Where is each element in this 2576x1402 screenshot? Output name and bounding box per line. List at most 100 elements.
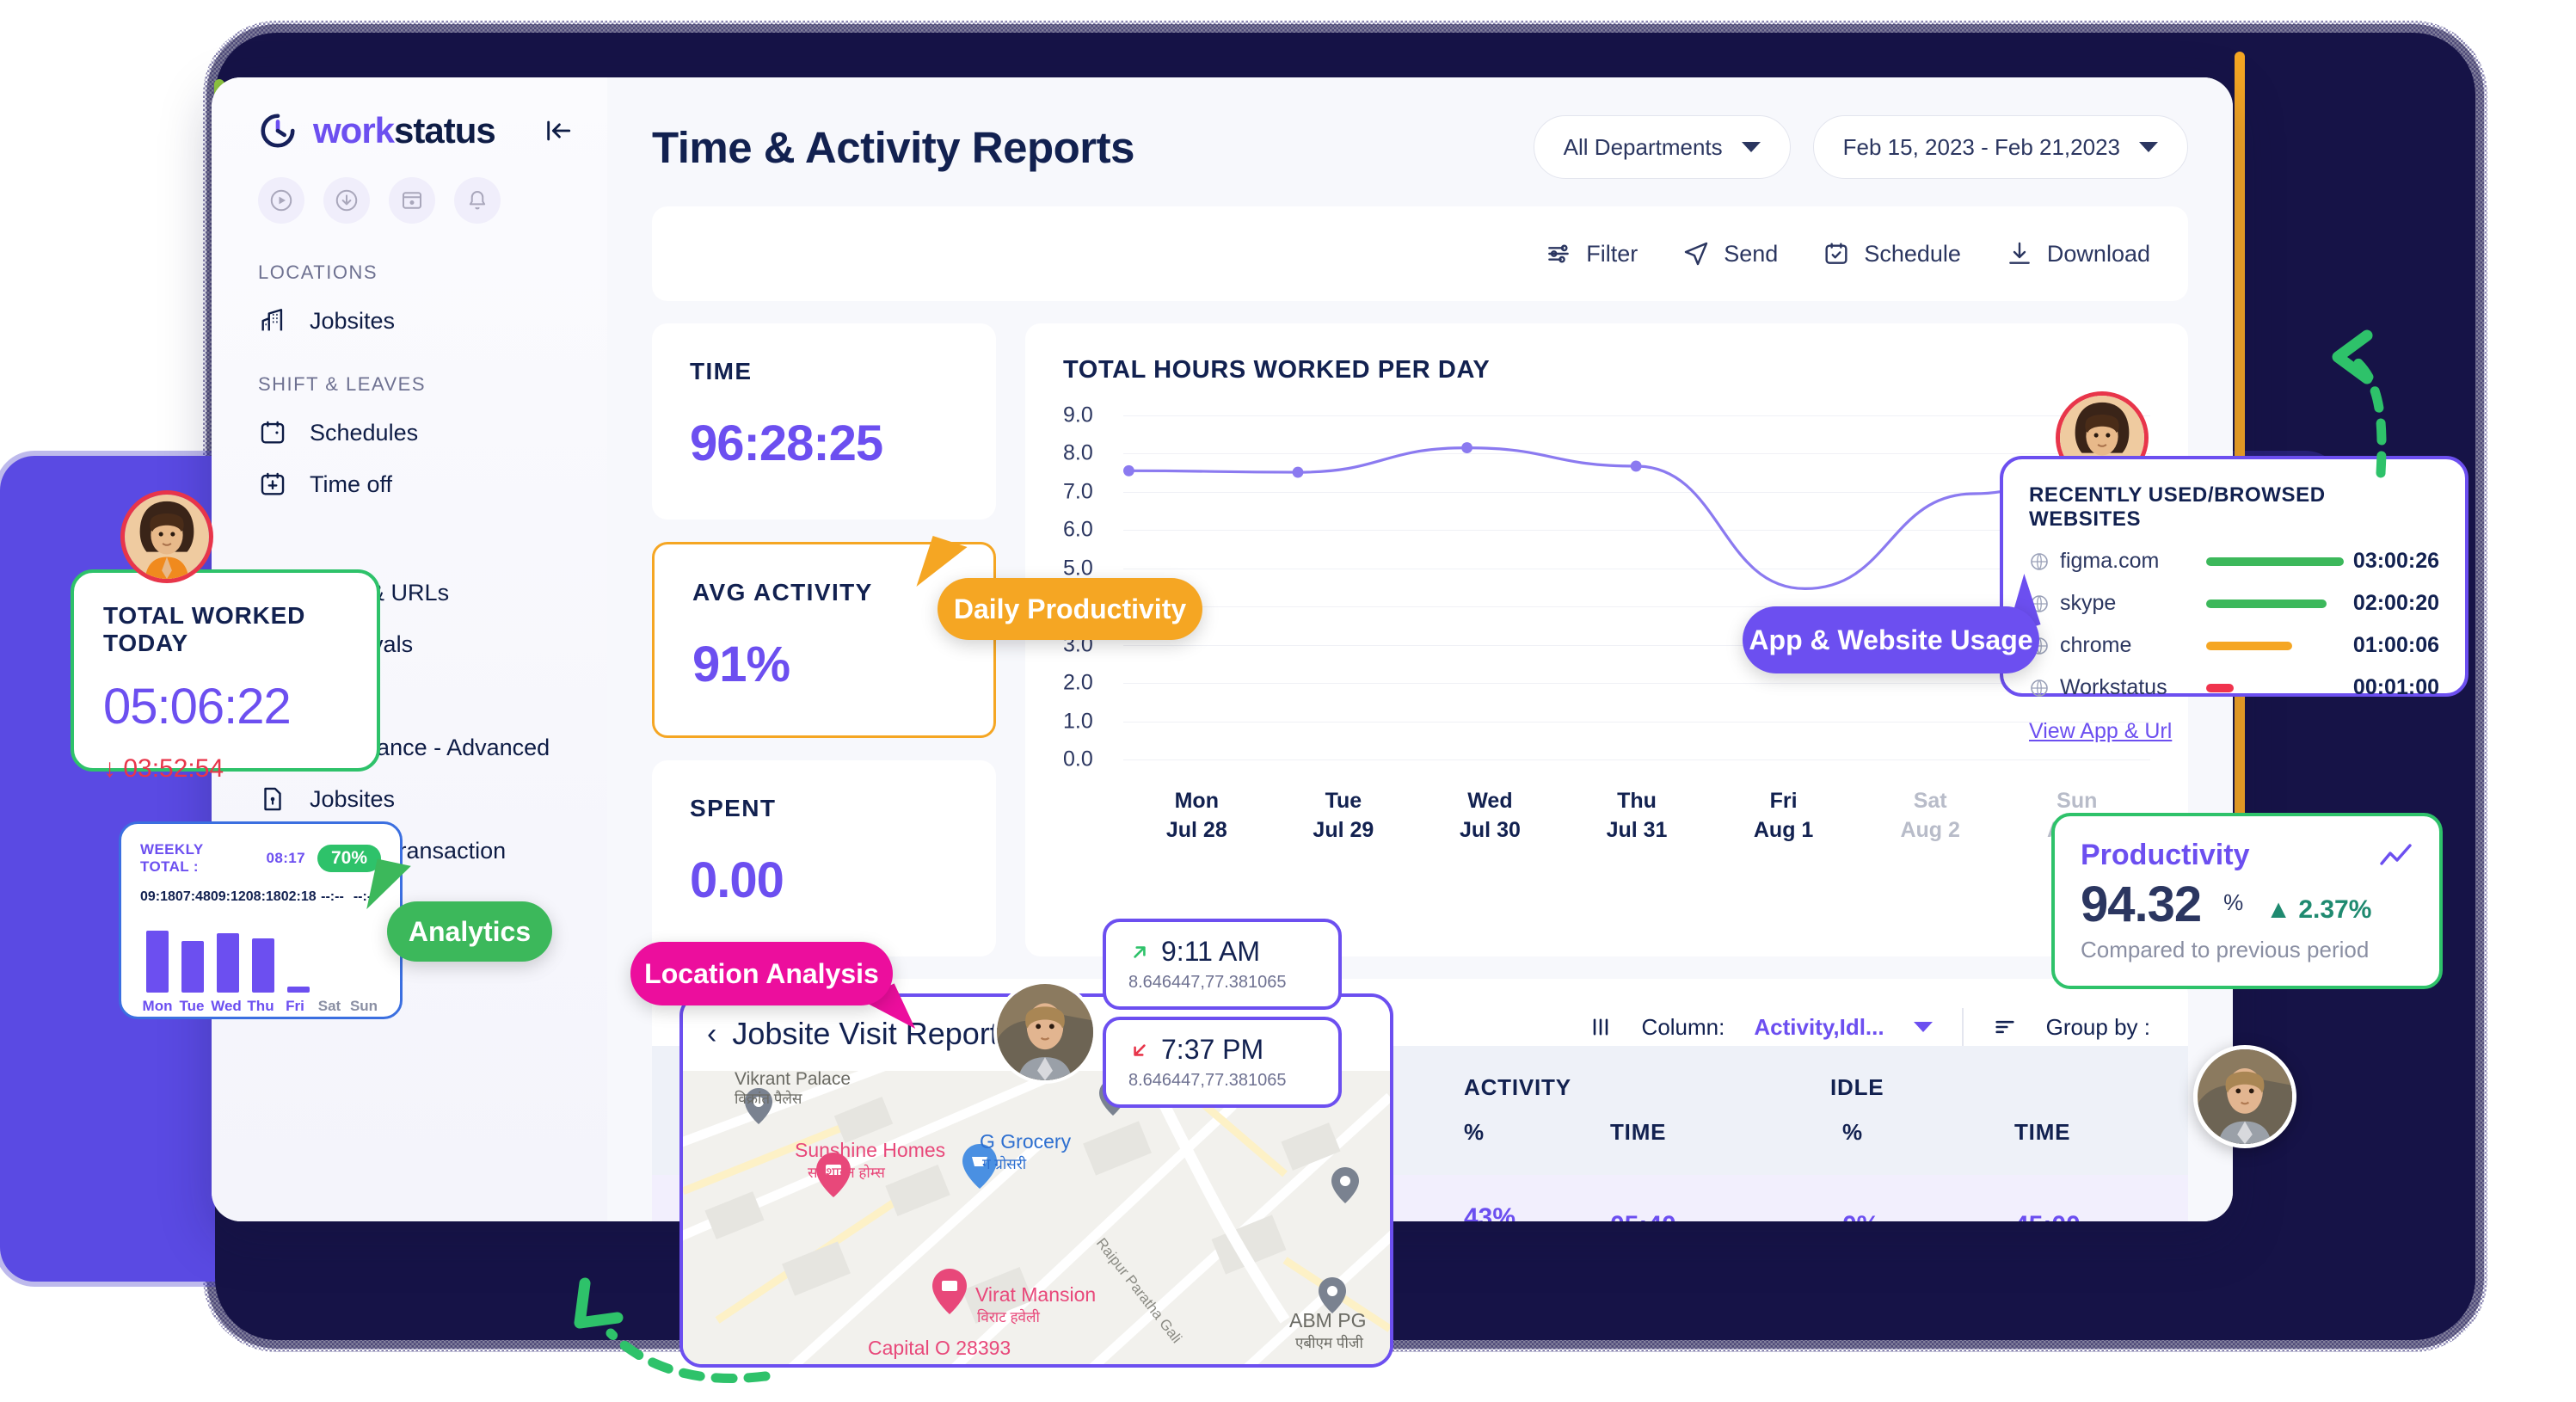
chart-data-point[interactable]: [1292, 466, 1304, 478]
svg-text:Capital O 28393: Capital O 28393: [868, 1337, 1011, 1359]
weekly-bar-column: 09:12: [211, 889, 246, 993]
chart-gridline: [1123, 721, 2150, 723]
productivity-card: Productivity 94.32 % ▲ 2.37% Compared to…: [2051, 813, 2443, 989]
svg-text:विक्रांत पैलेस: विक्रांत पैलेस: [735, 1090, 802, 1107]
total-worked-delta-value: 03:52:54: [123, 754, 224, 783]
building-icon: [261, 309, 283, 331]
chart-y-tick: 7.0: [1063, 479, 1093, 504]
row-idle-pct: 0%: [1842, 1211, 2014, 1221]
download-label: Download: [2046, 240, 2150, 267]
department-select[interactable]: All Departments: [1533, 115, 1791, 179]
chart-x-axis: Mon Jul 28 Tue Jul 29 Wed Jul 30 Thu Jul 31 Fri A…: [1123, 787, 2150, 846]
stat-label: SPENT: [690, 795, 777, 821]
bell-icon[interactable]: [454, 177, 501, 224]
website-usage-bar: [2206, 641, 2292, 650]
productivity-value: 94.32: [2081, 876, 2202, 932]
header-controls: All Departments Feb 15, 2023 - Feb 21,20…: [1533, 115, 2188, 179]
total-worked-delta: ↓ 03:52:54: [103, 754, 224, 783]
avatar-image-man: [2198, 1049, 2292, 1144]
annotation-arrow-top-right: [2332, 329, 2387, 478]
svg-text:G Grocery: G Grocery: [980, 1130, 1072, 1153]
map-title: Jobsite Visit Report: [732, 1016, 999, 1051]
website-row[interactable]: chrome 01:00:06: [2029, 633, 2439, 658]
website-usage-bar: [2206, 683, 2234, 692]
website-usage-bar: [2206, 599, 2327, 608]
play-circle-icon[interactable]: [258, 177, 304, 224]
weekly-day-label: Mon: [142, 998, 173, 1014]
globe-icon: [2031, 552, 2048, 570]
chart-y-tick: 1.0: [1063, 709, 1093, 734]
col-header-idle-pct: %: [1842, 1119, 1863, 1145]
download-circle-icon[interactable]: [323, 177, 370, 224]
weekly-total-card: WEEKLY TOTAL : 08:17 70% 09:18 07:48 09:12…: [119, 821, 403, 1019]
weekly-bar-time: --:--: [321, 889, 344, 904]
chart-x-tick: Wed Jul 30: [1460, 789, 1521, 842]
total-worked-today-card: TOTAL WORKED TODAY 05:06:22 ↓ 03:52:54: [71, 569, 380, 783]
timeline-time: 9:11 AM: [1161, 936, 1261, 967]
column-control-value[interactable]: Activity,Idl...: [1754, 1014, 1884, 1041]
timeline-coord: 8.646447,77.381065: [1128, 973, 1287, 992]
chart-data-point[interactable]: [1630, 460, 1642, 472]
chevron-left-icon[interactable]: ‹: [707, 1018, 716, 1051]
schedule-button[interactable]: Schedule: [1823, 240, 1961, 267]
quick-action-icons: [212, 151, 607, 224]
brand[interactable]: workstatus: [212, 77, 607, 151]
avatar: [2193, 1045, 2296, 1148]
report-toolbar: Filter Send Schedule Download: [652, 206, 2188, 301]
group-by-label[interactable]: Group by :: [2046, 1014, 2150, 1041]
send-button[interactable]: Send: [1682, 240, 1778, 267]
chart-y-tick: 0.0: [1063, 747, 1093, 772]
arrow-up-right-icon: [1134, 945, 1146, 958]
arrow-down-left-icon: [1134, 1043, 1146, 1056]
avatar: [120, 490, 213, 583]
globe-icon: [2031, 679, 2048, 697]
annotation-arrow-bottom-left: [574, 1277, 771, 1383]
chart-x-tick: Sat Aug 2: [1900, 789, 1960, 842]
map-canvas[interactable]: Raipur Paratha Gali Vikrant Palace विक्र…: [683, 1040, 1390, 1364]
row-idle-time: 45:00: [2014, 1211, 2188, 1221]
weekly-bar: [252, 938, 275, 993]
date-range-select[interactable]: Feb 15, 2023 - Feb 21,2023: [1812, 115, 2188, 179]
website-row[interactable]: skype 02:00:20: [2029, 591, 2439, 616]
filter-button[interactable]: Filter: [1545, 240, 1638, 267]
columns-icon: [1593, 1018, 1608, 1036]
chart-data-point[interactable]: [1123, 464, 1134, 477]
weekly-bar-column: 02:18: [281, 889, 317, 993]
timeline-coord: 8.646447,77.381065: [1128, 1071, 1287, 1090]
weekly-bar-time: 09:12: [210, 889, 246, 904]
website-row[interactable]: figma.com 03:00:26: [2029, 549, 2439, 574]
col-header-idle-time: TIME: [2014, 1119, 2071, 1145]
website-row[interactable]: Workstatus 00:01:00: [2029, 675, 2439, 700]
timeline-time: 7:37 PM: [1161, 1034, 1264, 1065]
productivity-values: 94.32 % ▲ 2.37%: [2081, 876, 2413, 933]
sidebar-item-schedules[interactable]: Schedules: [212, 396, 607, 447]
websites-list: figma.com 03:00:26 skype 02:00:20 chrome…: [2029, 549, 2439, 700]
sidebar-item-jobsites[interactable]: Jobsites: [212, 284, 607, 335]
productivity-title: Productivity: [2081, 839, 2250, 871]
screenshot-icon[interactable]: [389, 177, 435, 224]
weekly-day-label: Fri: [286, 998, 304, 1014]
trend-line-icon: [2380, 843, 2412, 865]
send-icon: [1685, 242, 1708, 266]
chevron-down-icon[interactable]: [1913, 1022, 1933, 1032]
chart-x-tick: Thu Jul 31: [1606, 789, 1668, 842]
brand-word-2: status: [394, 110, 496, 151]
page-title: Time & Activity Reports: [652, 122, 1134, 172]
download-button[interactable]: Download: [2006, 240, 2150, 267]
sidebar-item-label: Jobsites: [310, 307, 396, 334]
weekly-bar-time: 07:48: [175, 889, 211, 904]
divider: [1961, 1008, 1964, 1046]
sidebar-item-time-off[interactable]: Time off: [212, 447, 607, 499]
weekly-bar: [146, 931, 169, 993]
chart-data-point[interactable]: [1461, 442, 1472, 453]
nav-group-label-shift-leaves: SHIFT & LEAVES: [258, 373, 427, 395]
view-app-url-link[interactable]: View App & Url: [2029, 719, 2172, 744]
chart-gridline: [1123, 759, 2150, 760]
total-worked-value: 05:06:22: [103, 679, 292, 735]
avatar: [993, 981, 1097, 1084]
websites-title: RECENTLY USED/BROWSED WEBSITES: [2029, 483, 2326, 531]
weekly-bar-column: 08:18: [246, 889, 281, 993]
collapse-sidebar-icon[interactable]: [544, 116, 573, 145]
group-by-icon: [1995, 1020, 2014, 1034]
pin-file-icon: [264, 787, 281, 811]
